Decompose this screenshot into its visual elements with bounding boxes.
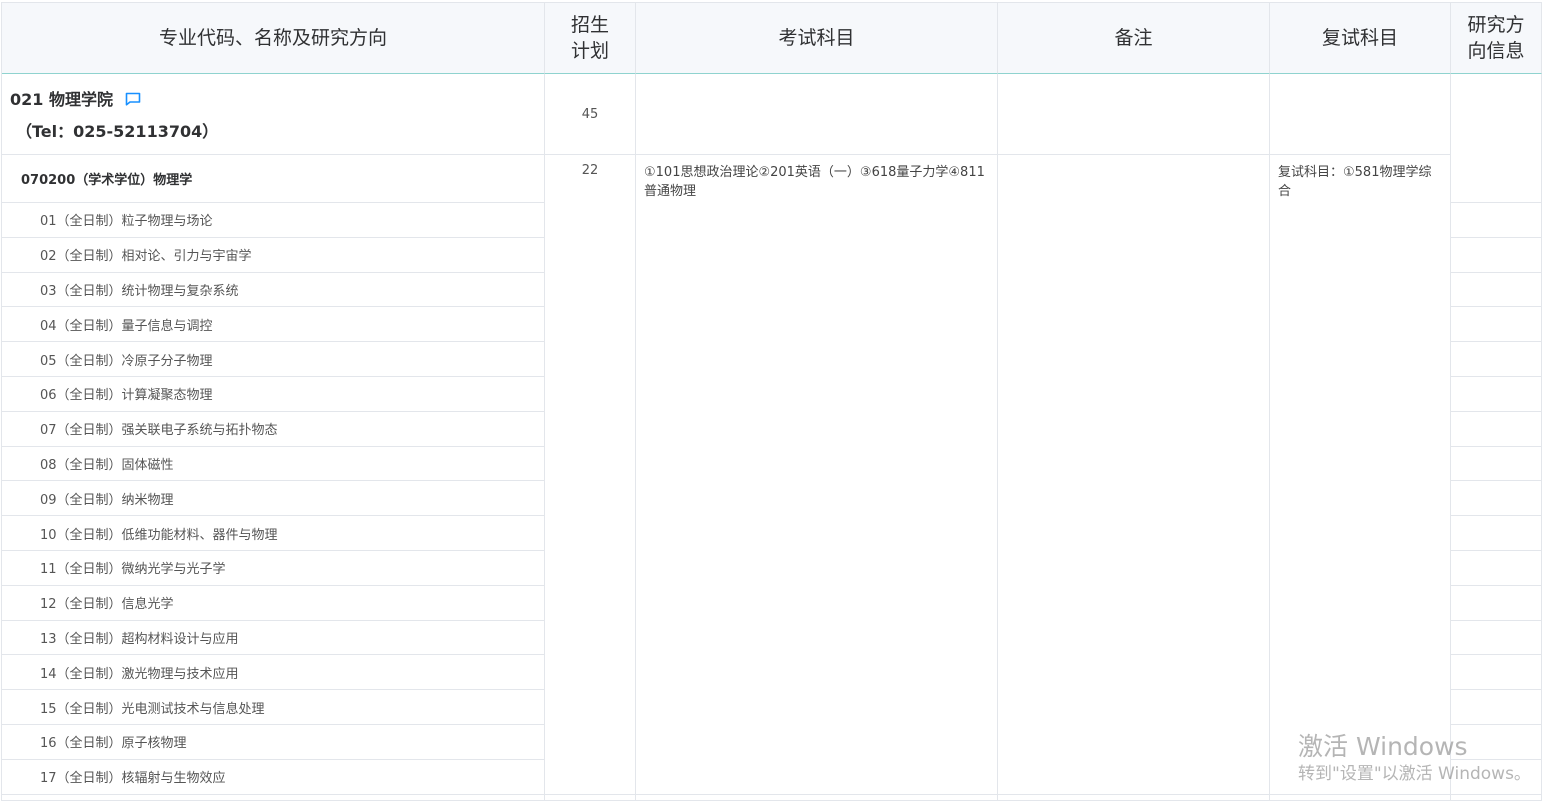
- major-plan: 22: [545, 155, 636, 795]
- message-icon[interactable]: [125, 91, 141, 106]
- direction-info-cell: [1451, 516, 1542, 551]
- college-exam-cell: [636, 74, 998, 155]
- header-info: 研究方向信息: [1451, 3, 1542, 74]
- college-info-cell: [1451, 74, 1542, 203]
- direction-info-cell: [1451, 690, 1542, 725]
- direction-info-cell: [1451, 272, 1542, 308]
- direction-row: 08（全日制）固体磁性: [2, 446, 545, 482]
- direction-row: 02（全日制）相对论、引力与宇宙学: [2, 237, 545, 273]
- direction-info-cell: [1451, 585, 1542, 621]
- header-plan: 招生计划: [545, 3, 636, 74]
- major-exam: ①101思想政治理论②201英语（一）③618量子力学④811普通物理: [636, 155, 998, 795]
- header-major: 专业代码、名称及研究方向: [2, 3, 545, 74]
- direction-info-cell: [1451, 203, 1542, 238]
- direction-row: 12（全日制）信息光学: [2, 585, 545, 621]
- direction-info-cell: [1451, 342, 1542, 377]
- header-note: 备注: [998, 3, 1270, 74]
- direction-row: 14（全日制）激光物理与技术应用: [2, 655, 545, 691]
- direction-info-cell: [1451, 376, 1542, 412]
- direction-info-cell: [1451, 724, 1542, 760]
- direction-row: 15（全日制）光电测试技术与信息处理: [2, 690, 545, 725]
- college-note-cell: [998, 74, 1270, 155]
- direction-info-cell: [1451, 759, 1542, 795]
- direction-row: 16（全日制）原子核物理: [2, 724, 545, 760]
- major-name: 070200（学术学位）物理学: [2, 155, 545, 203]
- direction-info-cell: [1451, 550, 1542, 586]
- direction-info-cell: [1451, 655, 1542, 691]
- major-note: [998, 155, 1270, 795]
- direction-info-cell: [1451, 481, 1542, 517]
- direction-row: 09（全日制）纳米物理: [2, 481, 545, 517]
- direction-info-cell: [1451, 620, 1542, 656]
- direction-row: 05（全日制）冷原子分子物理: [2, 342, 545, 377]
- direction-row: 10（全日制）低维功能材料、器件与物理: [2, 516, 545, 551]
- college-plan: 45: [545, 74, 636, 155]
- direction-row: 11（全日制）微纳光学与光子学: [2, 550, 545, 586]
- enrollment-table: 专业代码、名称及研究方向 招生计划 考试科目 备注 复试科目 研究方向信息 02…: [1, 2, 1542, 801]
- major-retest: 复试科目：①581物理学综合: [1270, 155, 1451, 795]
- college-retest-cell: [1270, 74, 1451, 155]
- direction-row: 06（全日制）计算凝聚态物理: [2, 376, 545, 412]
- college-name: 021 物理学院: [10, 90, 113, 109]
- direction-info-cell: [1451, 307, 1542, 343]
- college-cell: 021 物理学院 （Tel：025-52113704）: [2, 74, 545, 155]
- direction-row: 13（全日制）超构材料设计与应用: [2, 620, 545, 656]
- direction-row: 17（全日制）核辐射与生物效应: [2, 759, 545, 795]
- direction-row: 03（全日制）统计物理与复杂系统: [2, 272, 545, 308]
- direction-info-cell: [1451, 411, 1542, 447]
- direction-row: 07（全日制）强关联电子系统与拓扑物态: [2, 411, 545, 447]
- direction-info-cell: [1451, 237, 1542, 273]
- college-tel: （Tel：025-52113704）: [16, 122, 219, 141]
- direction-info-cell: [1451, 446, 1542, 482]
- direction-row: 04（全日制）量子信息与调控: [2, 307, 545, 343]
- direction-row: 01（全日制）粒子物理与场论: [2, 203, 545, 238]
- header-exam: 考试科目: [636, 3, 998, 74]
- header-retest: 复试科目: [1270, 3, 1451, 74]
